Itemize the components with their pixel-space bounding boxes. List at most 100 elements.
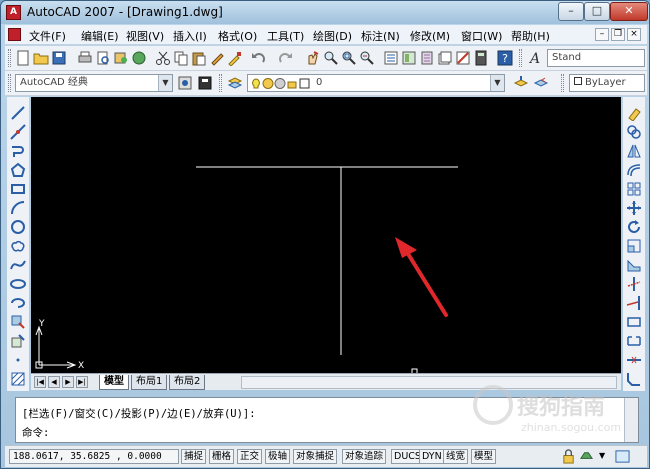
close-button[interactable]: ✕ (610, 2, 648, 21)
workspace-save-icon[interactable] (197, 75, 213, 91)
hatch-icon[interactable] (10, 371, 26, 387)
polyline-icon[interactable] (10, 143, 26, 159)
command-input[interactable]: 命令: (22, 425, 49, 440)
help-icon[interactable]: ? (497, 50, 513, 66)
polygon-icon[interactable] (10, 162, 26, 178)
horizontal-scrollbar[interactable] (241, 376, 617, 389)
title-bar[interactable]: A AutoCAD 2007 - [Drawing1.dwg] – □ ✕ (1, 1, 649, 24)
rectangle-icon[interactable] (10, 181, 26, 197)
polar-toggle[interactable]: 极轴 (265, 449, 291, 464)
construction-line-icon[interactable] (10, 124, 26, 140)
new-file-icon[interactable] (15, 50, 31, 66)
document-icon[interactable] (8, 28, 21, 41)
break-icon[interactable] (626, 333, 642, 349)
erase-icon[interactable] (626, 105, 642, 121)
drawing-minimize-button[interactable]: – (595, 28, 609, 41)
layer-previous-icon[interactable] (533, 75, 549, 91)
join-icon[interactable] (626, 352, 642, 368)
maximize-button[interactable]: □ (584, 2, 610, 21)
break-at-point-icon[interactable] (626, 314, 642, 330)
stretch-icon[interactable] (626, 257, 642, 273)
communication-center-icon[interactable] (579, 449, 594, 464)
command-scrollbar[interactable] (624, 398, 638, 442)
open-folder-icon[interactable] (33, 50, 49, 66)
zoom-realtime-icon[interactable] (323, 50, 339, 66)
pan-realtime-icon[interactable] (305, 50, 321, 66)
menu-tools[interactable]: 工具(T) (267, 28, 304, 44)
markup-set-icon[interactable] (455, 50, 471, 66)
scale-icon[interactable] (626, 238, 642, 254)
ortho-toggle[interactable]: 正交 (237, 449, 263, 464)
lock-icon[interactable] (561, 449, 576, 464)
menu-file[interactable]: 文件(F) (29, 28, 66, 44)
minimize-button[interactable]: – (558, 2, 584, 21)
tab-layout2[interactable]: 布局2 (169, 375, 206, 390)
autocad-app-icon[interactable]: A (6, 5, 21, 20)
block-editor-icon[interactable] (227, 50, 243, 66)
drawing-canvas[interactable]: Y X (31, 97, 621, 373)
tab-model[interactable]: 模型 (99, 375, 129, 390)
workspace-settings-icon[interactable] (177, 75, 193, 91)
dyn-toggle[interactable]: DYN (419, 449, 445, 464)
tool-palettes-icon[interactable] (419, 50, 435, 66)
layer-select[interactable]: 0 ▼ (247, 74, 505, 92)
design-center-icon[interactable] (401, 50, 417, 66)
menu-window[interactable]: 窗口(W) (461, 28, 502, 44)
make-block-icon[interactable] (10, 333, 26, 349)
publish-icon[interactable] (113, 50, 129, 66)
spline-icon[interactable] (10, 257, 26, 273)
chamfer-icon[interactable] (626, 371, 642, 387)
offset-icon[interactable] (626, 162, 642, 178)
line-icon[interactable] (10, 105, 26, 121)
menu-modify[interactable]: 修改(M) (410, 28, 450, 44)
calculator-icon[interactable] (473, 50, 489, 66)
toolbar-grip[interactable] (219, 74, 222, 92)
menu-insert[interactable]: 插入(I) (173, 28, 207, 44)
trim-icon[interactable] (626, 276, 642, 292)
point-icon[interactable] (10, 352, 26, 368)
last-tab-button[interactable]: ▶| (76, 376, 88, 388)
text-style-icon[interactable]: A (527, 50, 543, 66)
snap-toggle[interactable]: 捕捉 (181, 449, 207, 464)
arc-icon[interactable] (10, 200, 26, 216)
circle-icon[interactable] (10, 219, 26, 235)
menu-dimension[interactable]: 标注(N) (361, 28, 400, 44)
3d-dwf-icon[interactable] (131, 50, 147, 66)
cut-icon[interactable] (155, 50, 171, 66)
linetype-select[interactable]: ByLayer (569, 74, 645, 92)
layer-manager-icon[interactable] (227, 75, 243, 91)
copy-object-icon[interactable] (626, 124, 642, 140)
mirror-icon[interactable] (626, 143, 642, 159)
otrack-toggle[interactable]: 对象追踪 (342, 449, 387, 464)
zoom-window-icon[interactable] (341, 50, 357, 66)
osnap-toggle[interactable]: 对象捕捉 (293, 449, 338, 464)
print-icon[interactable] (77, 50, 93, 66)
insert-block-icon[interactable] (10, 314, 26, 330)
workspace-select[interactable]: AutoCAD 经典 ▼ (15, 74, 173, 92)
first-tab-button[interactable]: |◀ (34, 376, 46, 388)
drawing-restore-button[interactable]: ❐ (611, 28, 625, 41)
ellipse-arc-icon[interactable] (10, 295, 26, 311)
menu-draw[interactable]: 绘图(D) (313, 28, 352, 44)
toolbar-grip[interactable] (561, 74, 564, 92)
redo-icon[interactable] (277, 50, 293, 66)
zoom-previous-icon[interactable] (359, 50, 375, 66)
menu-view[interactable]: 视图(V) (126, 28, 164, 44)
menu-format[interactable]: 格式(O) (218, 28, 257, 44)
lineweight-toggle[interactable]: 线宽 (443, 449, 469, 464)
match-properties-icon[interactable] (209, 50, 225, 66)
drawing-close-button[interactable]: × (627, 28, 641, 41)
toolbar-grip[interactable] (519, 49, 522, 67)
menu-edit[interactable]: 编辑(E) (81, 28, 119, 44)
coordinate-display[interactable]: 188.0617, 35.6825 , 0.0000 (9, 449, 179, 464)
text-style-select[interactable]: Stand (547, 49, 645, 67)
paste-icon[interactable] (191, 50, 207, 66)
rotate-icon[interactable] (626, 219, 642, 235)
status-menu-button[interactable]: ▼ (597, 449, 609, 464)
clean-screen-icon[interactable] (615, 449, 630, 464)
menu-help[interactable]: 帮助(H) (511, 28, 550, 44)
next-tab-button[interactable]: ▶ (62, 376, 74, 388)
revision-cloud-icon[interactable] (10, 238, 26, 254)
model-toggle[interactable]: 模型 (471, 449, 497, 464)
extend-icon[interactable] (626, 295, 642, 311)
